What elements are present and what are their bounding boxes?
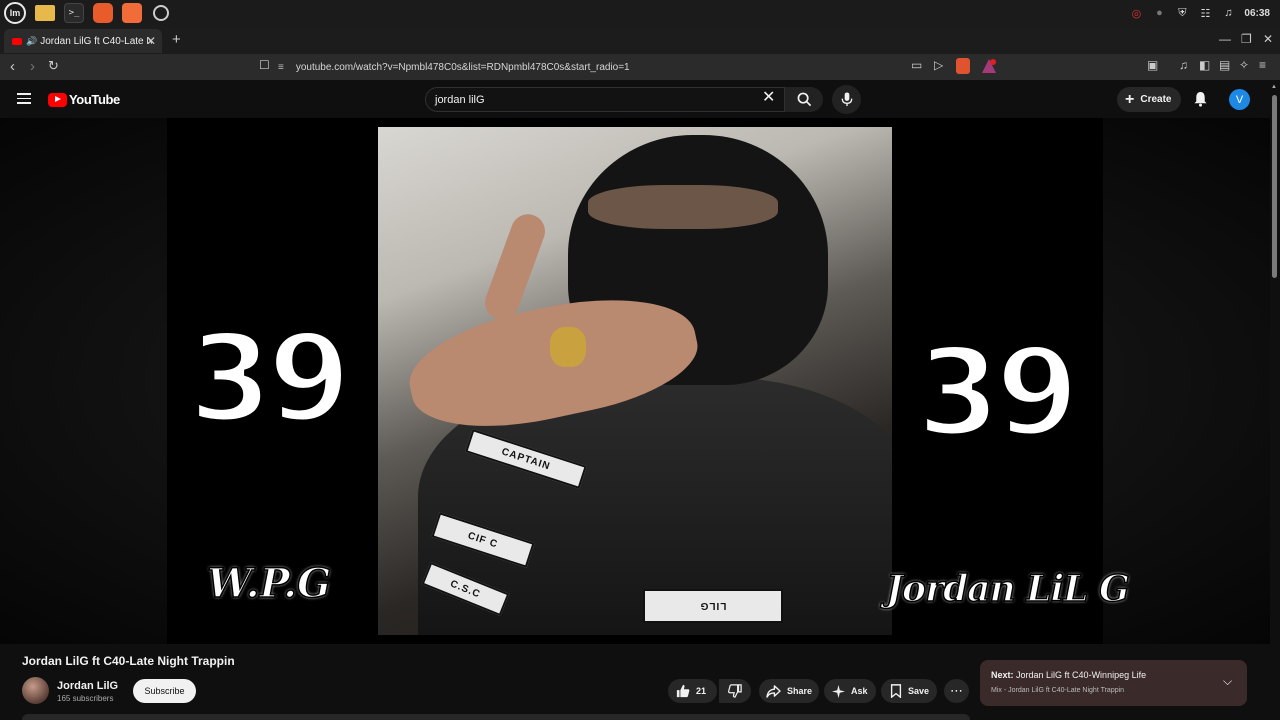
search-icon xyxy=(797,92,811,107)
more-actions-button[interactable]: ⋯ xyxy=(944,679,969,703)
bookmark-save-icon xyxy=(890,684,902,698)
screenshot-icon[interactable]: ▣ xyxy=(1147,58,1158,72)
browser-tab-strip: 🔊 Jordan LilG ft C40-Late Nig ✕ + — ❐ ✕ xyxy=(0,26,1280,54)
minimize-icon[interactable]: — xyxy=(1219,32,1231,46)
browser-tab[interactable]: 🔊 Jordan LilG ft C40-Late Nig ✕ xyxy=(4,29,162,53)
jacket-patch: LILG xyxy=(643,589,783,623)
share-label: Share xyxy=(787,686,813,696)
up-next-card[interactable]: Next: Jordan LilG ft C40-Winnipeg Life M… xyxy=(980,660,1247,706)
save-button[interactable]: Save xyxy=(881,679,937,703)
shield-icon[interactable]: ⛨ xyxy=(1175,6,1189,20)
os-taskbar: lm >_ ◎ ● ⛨ ☷ ♫ 06:38 xyxy=(0,0,1280,26)
search-input[interactable]: jordan lilG xyxy=(425,87,785,112)
youtube-logo-text: YouTube xyxy=(69,92,120,107)
speaker-icon[interactable]: 🔊 xyxy=(26,36,37,47)
chevron-down-icon[interactable]: ⌵ xyxy=(1223,674,1232,689)
mint-menu-icon[interactable]: lm xyxy=(4,2,26,24)
like-button[interactable]: 21 xyxy=(668,679,717,703)
update-icon[interactable]: ◎ xyxy=(1129,6,1143,20)
firefox-app-icon[interactable] xyxy=(93,3,113,23)
ask-label: Ask xyxy=(851,686,868,696)
search-button[interactable] xyxy=(785,87,823,112)
create-label: Create xyxy=(1140,94,1172,105)
youtube-logo[interactable]: YouTube xyxy=(48,92,120,107)
account-avatar[interactable]: V xyxy=(1229,89,1250,110)
tab-close-icon[interactable]: ✕ xyxy=(146,34,156,48)
scroll-up-icon[interactable]: ▲ xyxy=(1271,84,1277,90)
media-icon[interactable]: ♫ xyxy=(1179,58,1188,72)
sidebar-icon[interactable]: ◧ xyxy=(1199,58,1210,72)
up-next-title: Next: Jordan LilG ft C40-Winnipeg Life xyxy=(991,670,1146,680)
scrollbar-thumb[interactable] xyxy=(1272,95,1277,278)
youtube-favicon-icon xyxy=(12,37,22,45)
save-label: Save xyxy=(908,686,930,696)
leo-ai-icon[interactable]: ✧ xyxy=(1239,58,1249,72)
video-thumbnail-photo: CAPTAIN CIF C LILG C.S.C xyxy=(378,127,892,635)
tab-title: Jordan LilG ft C40-Late Nig xyxy=(40,35,153,47)
back-icon[interactable]: ‹ xyxy=(10,58,15,75)
url-text: youtube.com/watch?v=Npmbl478C0s&list=RDN… xyxy=(295,61,630,73)
voice-search-button[interactable] xyxy=(832,85,861,114)
sparkle-icon xyxy=(832,684,845,698)
create-button[interactable]: + Create xyxy=(1117,87,1181,112)
new-tab-icon[interactable]: + xyxy=(172,31,181,48)
overlay-text-left: W.P.G xyxy=(206,559,332,608)
music-note-icon[interactable]: ♫ xyxy=(1221,6,1235,20)
video-player[interactable]: CAPTAIN CIF C LILG C.S.C 39 39 W.P.G Jor… xyxy=(0,118,1270,644)
dislike-button[interactable] xyxy=(719,679,751,703)
youtube-header: YouTube jordan lilG ✕ + Create V xyxy=(0,80,1280,118)
overlay-number-left: 39 xyxy=(185,305,355,453)
network-icon[interactable]: ☷ xyxy=(1198,6,1212,20)
close-window-icon[interactable]: ✕ xyxy=(1263,32,1273,46)
description-box-edge[interactable] xyxy=(22,714,970,720)
brave-app-icon[interactable] xyxy=(122,3,142,23)
eyes-opening-shape xyxy=(588,185,778,229)
up-next-prefix: Next: xyxy=(991,670,1014,680)
video-title: Jordan LilG ft C40-Late Night Trappin xyxy=(22,654,235,668)
terminal-app-icon[interactable]: >_ xyxy=(64,3,84,23)
wallet-icon[interactable]: ▤ xyxy=(1219,58,1230,72)
thumbs-down-icon xyxy=(728,684,742,698)
forward-icon[interactable]: › xyxy=(30,58,35,75)
subscribe-button[interactable]: Subscribe xyxy=(133,679,196,703)
clock[interactable]: 06:38 xyxy=(1244,8,1270,19)
bell-icon xyxy=(1194,91,1207,107)
overlay-number-right: 39 xyxy=(913,319,1083,467)
plus-icon: + xyxy=(1125,90,1135,108)
restore-icon[interactable]: ❐ xyxy=(1241,32,1252,46)
cast-icon[interactable]: ▭ xyxy=(911,58,922,72)
menu-icon[interactable] xyxy=(17,93,31,104)
youtube-play-icon xyxy=(48,92,67,107)
chrome-app-icon[interactable] xyxy=(151,3,171,23)
bookmark-icon[interactable]: ☐ xyxy=(259,58,270,72)
clear-search-icon[interactable]: ✕ xyxy=(762,90,775,106)
reload-icon[interactable]: ↻ xyxy=(48,58,59,74)
thumbs-up-icon xyxy=(676,684,690,698)
channel-name[interactable]: Jordan LilG xyxy=(57,680,118,692)
finger-shape xyxy=(480,209,550,325)
bluetooth-icon[interactable]: ● xyxy=(1152,6,1166,20)
microphone-icon xyxy=(841,92,852,107)
gold-ring-shape xyxy=(550,327,586,367)
url-field[interactable]: ≡ youtube.com/watch?v=Npmbl478C0s&list=R… xyxy=(278,57,998,77)
up-next-subtitle: Mix - Jordan LilG ft C40-Late Night Trap… xyxy=(991,687,1125,694)
site-info-icon[interactable]: ≡ xyxy=(278,62,284,73)
like-count: 21 xyxy=(696,686,707,696)
subscriber-count: 165 subscribers xyxy=(57,694,114,703)
search-query: jordan lilG xyxy=(435,93,485,106)
share-icon xyxy=(766,684,781,698)
share-button[interactable]: Share xyxy=(759,679,819,703)
up-next-video-title: Jordan LilG ft C40-Winnipeg Life xyxy=(1016,670,1147,680)
more-icon: ⋯ xyxy=(950,683,963,698)
ask-button[interactable]: Ask xyxy=(824,679,876,703)
brave-shields-icon[interactable] xyxy=(956,58,970,74)
notifications-button[interactable] xyxy=(1193,91,1208,112)
browser-menu-icon[interactable]: ≡ xyxy=(1259,58,1266,72)
overlay-text-right: Jordan LiL G xyxy=(885,567,1130,611)
send-icon[interactable]: ▷ xyxy=(934,58,943,72)
address-bar-row: ‹ › ↻ ☐ ≡ youtube.com/watch?v=Npmbl478C0… xyxy=(0,54,1280,80)
brave-rewards-icon[interactable] xyxy=(981,58,997,74)
channel-avatar[interactable] xyxy=(22,677,49,704)
files-app-icon[interactable] xyxy=(35,3,55,23)
